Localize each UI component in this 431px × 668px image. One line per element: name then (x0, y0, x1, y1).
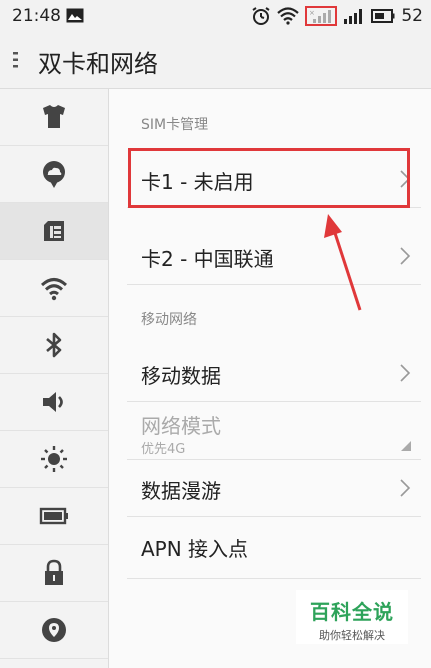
no-sim-signal-icon: × (305, 6, 338, 26)
page-title: 双卡和网络 (38, 50, 158, 78)
sidebar-item-battery[interactable] (0, 488, 108, 545)
cloud-icon (43, 161, 65, 188)
section-header-sim: SIM卡管理 (141, 117, 209, 133)
watermark-logo: 百科全说 助你轻松解决 (296, 590, 408, 644)
lock-icon (45, 559, 63, 585)
network-mode-value: 优先4G (141, 442, 186, 457)
speaker-icon (43, 392, 63, 412)
theme-shirt-icon (43, 105, 65, 128)
chevron-right-icon (400, 364, 411, 382)
sidebar-item-sound[interactable] (0, 374, 108, 431)
apn-label: APN 接入点 (141, 537, 249, 561)
wifi-icon (277, 7, 300, 25)
brightness-icon (41, 446, 67, 472)
list-item-sim2[interactable]: 卡2 - 中国联通 (127, 228, 421, 285)
dropdown-corner-icon (401, 441, 411, 451)
location-icon (42, 618, 66, 642)
menu-icon[interactable] (12, 50, 20, 70)
list-item-mobile-data[interactable]: 移动数据 (127, 345, 421, 402)
sidebar-item-bluetooth[interactable] (0, 317, 108, 374)
svg-text:×: × (309, 9, 315, 17)
settings-sidebar (0, 89, 109, 668)
chevron-right-icon (400, 479, 411, 497)
status-time: 21:48 (12, 6, 61, 26)
watermark-text: 百科全说 (310, 600, 394, 624)
alarm-icon (252, 7, 270, 25)
watermark-subtext: 助你轻松解决 (319, 629, 385, 642)
bluetooth-icon (46, 332, 62, 358)
status-bar: 21:48 × 52 (0, 0, 431, 32)
network-mode-label: 网络模式 (141, 414, 221, 438)
mobile-data-label: 移动数据 (141, 364, 221, 388)
section-header-mobile: 移动网络 (141, 312, 197, 328)
battery-percent: 52 (401, 6, 423, 26)
annotation-highlight-box (128, 148, 410, 208)
roaming-label: 数据漫游 (141, 479, 221, 503)
list-item-roaming[interactable]: 数据漫游 (127, 460, 421, 517)
sidebar-item-location[interactable] (0, 602, 108, 659)
sidebar-item-display[interactable] (0, 431, 108, 488)
battery-icon (371, 9, 395, 23)
sim-card-icon (44, 221, 64, 241)
sidebar-item-sim[interactable] (0, 203, 108, 260)
signal-icon (344, 9, 363, 24)
sidebar-item-cloud[interactable] (0, 146, 108, 203)
sidebar-item-wifi[interactable] (0, 260, 108, 317)
battery-icon (39, 507, 68, 525)
chevron-right-icon (400, 247, 411, 265)
sim2-label: 卡2 - 中国联通 (141, 247, 274, 271)
image-icon (66, 8, 84, 23)
list-item-network-mode: 网络模式 优先4G (127, 402, 421, 460)
list-item-apn[interactable]: APN 接入点 (127, 517, 421, 579)
annotation-arrow (324, 214, 362, 311)
sidebar-item-theme[interactable] (0, 89, 108, 146)
title-bar: 双卡和网络 (0, 32, 431, 89)
sidebar-item-security[interactable] (0, 545, 108, 602)
wifi-icon (40, 278, 68, 301)
